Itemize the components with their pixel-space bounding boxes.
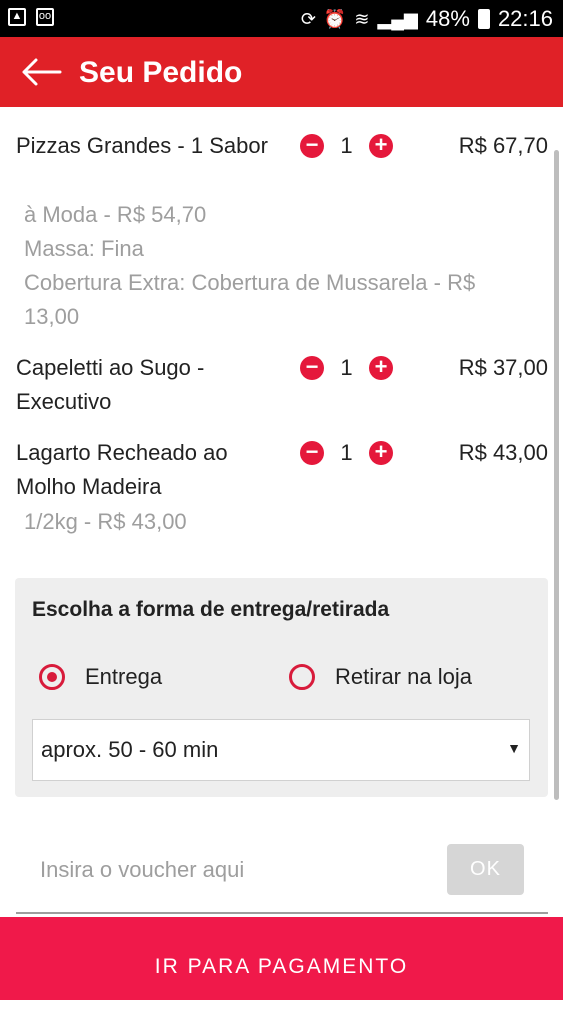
delivery-time-select[interactable]: aprox. 50 - 60 min ▼ — [32, 719, 530, 781]
signal-icon: ▂▄▆ — [377, 8, 418, 29]
scrollbar[interactable] — [554, 150, 559, 800]
quantity-value: 1 — [340, 355, 353, 380]
battery-icon — [477, 9, 490, 29]
radio-entrega[interactable]: Entrega — [39, 661, 162, 693]
app-bar: Seu Pedido — [0, 37, 563, 107]
select-value: aprox. 50 - 60 min — [41, 737, 219, 762]
radio-unchecked-icon — [289, 664, 315, 690]
voucher-input[interactable] — [16, 840, 440, 900]
back-arrow-icon[interactable] — [20, 53, 64, 91]
radio-checked-icon — [39, 664, 65, 690]
item-price: R$ 37,00 — [458, 355, 548, 380]
item-price: R$ 43,00 — [458, 440, 548, 465]
radio-label: Retirar na loja — [335, 664, 472, 689]
item-name: Capeletti ao Sugo - Executivo — [16, 355, 205, 414]
clock: 22:16 — [497, 6, 553, 31]
delivery-options-card: Escolha a forma de entrega/retirada Entr… — [15, 578, 548, 797]
quantity-value: 1 — [340, 133, 353, 158]
sync-icon: ⟳ — [300, 8, 316, 29]
increase-quantity-button[interactable]: + — [369, 441, 393, 465]
radio-retirar-na-loja[interactable]: Retirar na loja — [289, 661, 472, 693]
item-detail: 1/2kg - R$ 43,00 — [24, 509, 187, 534]
increase-quantity-button[interactable]: + — [369, 356, 393, 380]
decrease-quantity-button[interactable]: − — [300, 134, 324, 158]
item-detail: Cobertura Extra: Cobertura de Mussarela … — [24, 270, 476, 329]
quantity-value: 1 — [340, 440, 353, 465]
image-notification-icon: ▲ — [8, 8, 26, 26]
item-name: Lagarto Recheado ao Molho Madeira — [16, 440, 228, 499]
alarm-icon: ⏰ — [323, 8, 347, 29]
quantity-stepper: − 1 + — [300, 351, 393, 385]
decrease-quantity-button[interactable]: − — [300, 356, 324, 380]
delivery-title: Escolha a forma de entrega/retirada — [32, 598, 390, 621]
item-name: Pizzas Grandes - 1 Sabor — [16, 133, 268, 158]
voucher-ok-button[interactable]: OK — [447, 844, 524, 895]
caret-down-icon: ▼ — [507, 740, 521, 756]
battery-percentage: 48% — [425, 6, 470, 31]
quantity-stepper: − 1 + — [300, 436, 393, 470]
item-price: R$ 67,70 — [458, 133, 548, 158]
wifi-icon: ≋ — [354, 8, 370, 29]
decrease-quantity-button[interactable]: − — [300, 441, 324, 465]
page-title: Seu Pedido — [79, 56, 243, 89]
increase-quantity-button[interactable]: + — [369, 134, 393, 158]
item-detail: Massa: Fina — [24, 236, 144, 261]
quantity-stepper: − 1 + — [300, 129, 393, 163]
item-detail: à Moda - R$ 54,70 — [24, 202, 207, 227]
status-bar: ▲ oo ⟳ ⏰ ≋ ▂▄▆ 48% 22:16 — [0, 0, 563, 37]
go-to-payment-button[interactable]: IR PARA PAGAMENTO — [0, 917, 563, 1000]
radio-label: Entrega — [85, 664, 163, 689]
voicemail-notification-icon: oo — [36, 8, 54, 26]
voucher-underline — [16, 912, 548, 914]
